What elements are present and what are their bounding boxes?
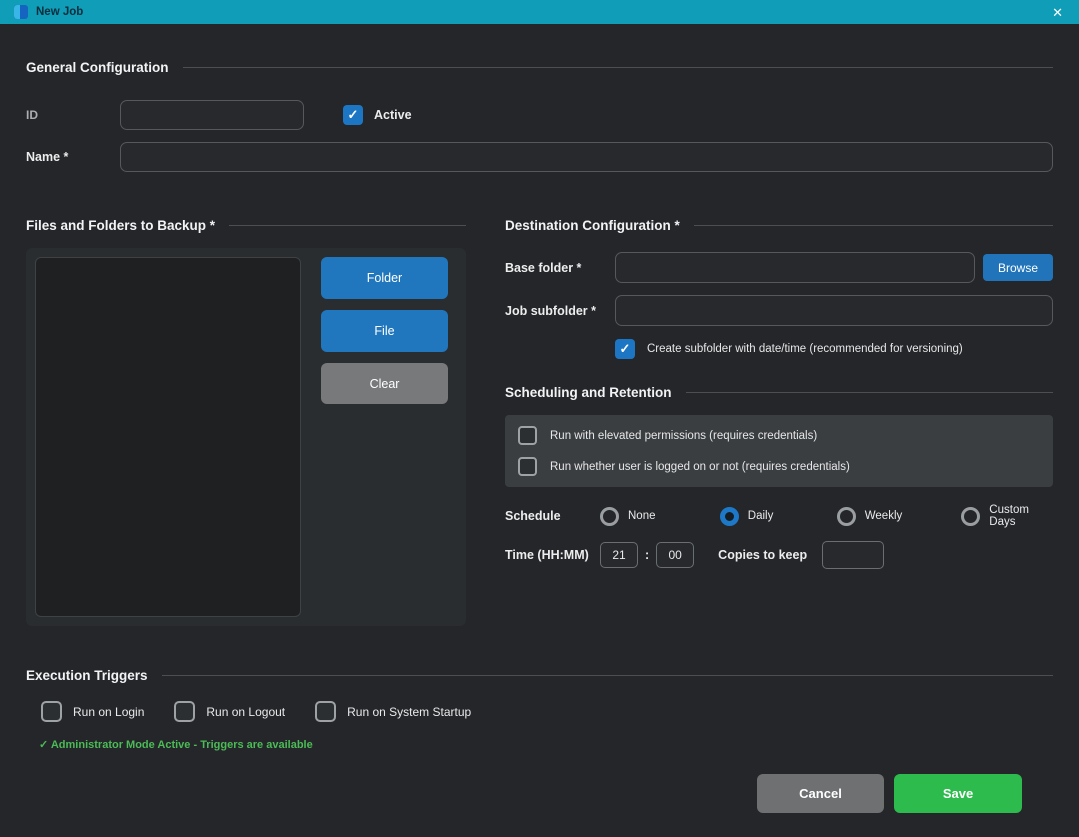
active-label: Active	[374, 108, 412, 122]
active-checkbox-group[interactable]: ✓ Active	[343, 105, 412, 125]
backup-items-list[interactable]	[35, 257, 301, 617]
base-folder-label: Base folder *	[505, 261, 615, 275]
files-column: Files and Folders to Backup * Folder Fil…	[26, 218, 466, 626]
time-hour-input[interactable]	[600, 542, 638, 568]
subfolder-datetime-checkbox-checked-icon[interactable]: ✓	[615, 339, 635, 359]
radio-icon-daily-selected[interactable]	[720, 507, 739, 526]
window-title: New Job	[36, 6, 83, 18]
run-on-logout-checkbox-group[interactable]: Run on Logout	[174, 701, 285, 722]
clear-button[interactable]: Clear	[321, 363, 448, 404]
radio-label-none: None	[628, 510, 656, 522]
run-on-logout-label: Run on Logout	[206, 705, 285, 719]
files-button-column: Folder File Clear	[321, 257, 448, 617]
browse-button[interactable]: Browse	[983, 254, 1053, 281]
save-button[interactable]: Save	[894, 774, 1022, 813]
divider	[162, 675, 1053, 676]
id-row: ID ✓ Active	[26, 100, 1053, 130]
scheduling-title: Scheduling and Retention	[505, 385, 672, 400]
elevated-permissions-label: Run with elevated permissions (requires …	[550, 430, 817, 442]
base-folder-input[interactable]	[615, 252, 975, 283]
run-on-login-checkbox-group[interactable]: Run on Login	[41, 701, 144, 722]
radio-label-weekly: Weekly	[865, 510, 903, 522]
schedule-option-daily[interactable]: Daily	[720, 507, 807, 526]
run-on-login-label: Run on Login	[73, 705, 144, 719]
copies-to-keep-label: Copies to keep	[718, 548, 807, 562]
destination-title: Destination Configuration *	[505, 218, 680, 233]
radio-icon-weekly[interactable]	[837, 507, 856, 526]
admin-mode-status-text: ✓ Administrator Mode Active - Triggers a…	[39, 738, 1053, 751]
logged-on-label: Run whether user is logged on or not (re…	[550, 461, 850, 473]
run-on-system-startup-label: Run on System Startup	[347, 705, 471, 719]
base-folder-row: Base folder * Browse	[505, 252, 1053, 283]
footer-actions: Cancel Save	[26, 774, 1053, 813]
radio-label-custom-days: Custom Days	[989, 504, 1053, 528]
time-row: Time (HH:MM) : Copies to keep	[505, 541, 1053, 569]
logged-on-checkbox-group[interactable]: Run whether user is logged on or not (re…	[518, 457, 1040, 476]
divider	[229, 225, 466, 226]
job-subfolder-input[interactable]	[615, 295, 1053, 326]
time-minute-input[interactable]	[656, 542, 694, 568]
cancel-button[interactable]: Cancel	[757, 774, 884, 813]
run-on-login-checkbox[interactable]	[41, 701, 62, 722]
schedule-option-custom-days[interactable]: Custom Days	[961, 504, 1053, 528]
add-file-button[interactable]: File	[321, 310, 448, 352]
files-title: Files and Folders to Backup *	[26, 218, 215, 233]
active-checkbox-checked-icon[interactable]: ✓	[343, 105, 363, 125]
elevated-permissions-checkbox-group[interactable]: Run with elevated permissions (requires …	[518, 426, 1040, 445]
files-panel: Folder File Clear	[26, 248, 466, 626]
execution-triggers-title: Execution Triggers	[26, 668, 148, 683]
close-icon[interactable]: ✕	[1048, 4, 1067, 21]
radio-label-daily: Daily	[748, 510, 774, 522]
radio-icon-none[interactable]	[600, 507, 619, 526]
logged-on-checkbox[interactable]	[518, 457, 537, 476]
divider	[183, 67, 1053, 68]
schedule-row: Schedule None Daily Weekly	[505, 504, 1053, 528]
schedule-label: Schedule	[505, 509, 600, 523]
dialog-content: General Configuration ID ✓ Active Name *…	[0, 24, 1079, 837]
name-row: Name *	[26, 142, 1053, 172]
destination-heading: Destination Configuration *	[505, 218, 1053, 233]
run-on-logout-checkbox[interactable]	[174, 701, 195, 722]
divider	[686, 392, 1053, 393]
job-subfolder-row: Job subfolder *	[505, 295, 1053, 326]
general-configuration-title: General Configuration	[26, 60, 169, 75]
divider	[694, 225, 1053, 226]
copies-to-keep-input[interactable]	[822, 541, 884, 569]
schedule-option-none[interactable]: None	[600, 507, 690, 526]
new-job-dialog: New Job ✕ General Configuration ID ✓ Act…	[0, 0, 1079, 837]
execution-triggers-heading: Execution Triggers	[26, 668, 1053, 683]
app-icon	[14, 5, 28, 19]
name-label: Name *	[26, 150, 120, 164]
id-input[interactable]	[120, 100, 304, 130]
add-folder-button[interactable]: Folder	[321, 257, 448, 299]
title-bar: New Job ✕	[0, 0, 1079, 24]
triggers-row: Run on Login Run on Logout Run on System…	[41, 701, 1053, 722]
general-configuration-heading: General Configuration	[26, 60, 1053, 75]
id-label: ID	[26, 108, 120, 122]
radio-icon-custom-days[interactable]	[961, 507, 980, 526]
middle-columns: Files and Folders to Backup * Folder Fil…	[26, 218, 1053, 626]
files-heading: Files and Folders to Backup *	[26, 218, 466, 233]
run-on-system-startup-checkbox[interactable]	[315, 701, 336, 722]
name-input[interactable]	[120, 142, 1053, 172]
run-on-system-startup-checkbox-group[interactable]: Run on System Startup	[315, 701, 471, 722]
subfolder-datetime-label: Create subfolder with date/time (recomme…	[647, 343, 963, 355]
credentials-panel: Run with elevated permissions (requires …	[505, 415, 1053, 487]
destination-column: Destination Configuration * Base folder …	[505, 218, 1053, 626]
schedule-option-weekly[interactable]: Weekly	[837, 507, 932, 526]
subfolder-datetime-checkbox-group[interactable]: ✓ Create subfolder with date/time (recom…	[615, 339, 1053, 359]
job-subfolder-label: Job subfolder *	[505, 304, 615, 318]
scheduling-heading: Scheduling and Retention	[505, 385, 1053, 400]
time-colon: :	[645, 548, 649, 562]
time-label: Time (HH:MM)	[505, 548, 600, 562]
elevated-permissions-checkbox[interactable]	[518, 426, 537, 445]
